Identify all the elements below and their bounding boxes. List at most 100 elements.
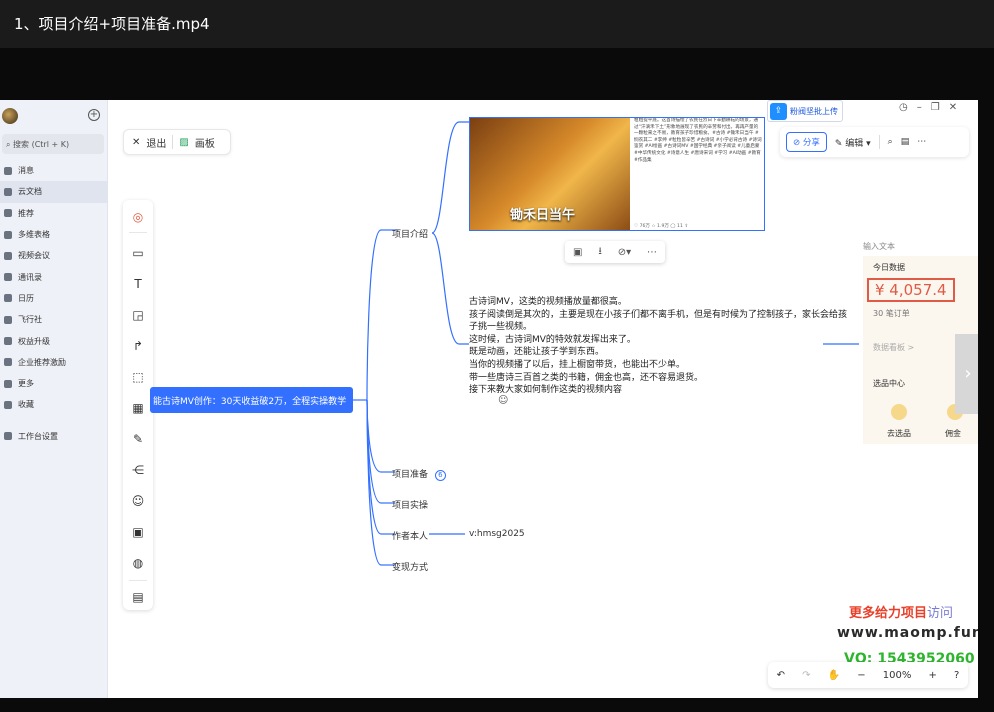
- image-icon[interactable]: ▣: [131, 525, 145, 539]
- sidebar-item-settings[interactable]: 工作台设置: [0, 426, 108, 447]
- sidebar-item[interactable]: 通讯录: [0, 266, 108, 287]
- order-count: 30 笔订单: [873, 309, 910, 318]
- sidebar-item[interactable]: 收藏: [0, 394, 108, 415]
- author-contact[interactable]: v:hmsg2025: [469, 529, 525, 539]
- close-window-icon[interactable]: ✕: [949, 102, 966, 113]
- diamond-icon: [4, 337, 12, 346]
- sidebar-item[interactable]: 多维表格: [0, 224, 108, 245]
- sidebar-item-label: 更多: [18, 379, 34, 389]
- sidebar-item[interactable]: 权益升级: [0, 330, 108, 351]
- whiteboard-canvas[interactable]: ✕ 退出 ▨ 画板 ◎ ▭ T ◲ ↱ ⬚ ▦ ✎ ⋲ ☺ ▣ ◍ ▤ 能古诗M…: [109, 100, 978, 698]
- search-placeholder: 搜索 (Ctrl + K): [13, 140, 70, 149]
- divider: [878, 135, 880, 149]
- divider: [129, 232, 147, 233]
- maximize-icon[interactable]: ❐: [931, 102, 949, 113]
- sidebar-item[interactable]: 推荐: [0, 203, 108, 224]
- sidebar-item[interactable]: 日历: [0, 288, 108, 309]
- upload-icon: ⇪: [770, 102, 787, 120]
- branch-author[interactable]: 作者本人: [392, 529, 428, 542]
- emoji-reaction-icon[interactable]: ☺: [498, 395, 508, 406]
- message-icon: [4, 166, 12, 175]
- undo-icon[interactable]: ↶: [777, 670, 785, 681]
- shapes-palette-icon[interactable]: ◎: [131, 210, 145, 224]
- branch-project-prep[interactable]: 项目准备 6: [392, 467, 446, 481]
- branch-label: 项目准备: [392, 470, 429, 480]
- branch-project-practice[interactable]: 项目实操: [392, 498, 428, 511]
- sidebar-item-label: 日历: [18, 293, 34, 303]
- drawing-toolbox: ◎ ▭ T ◲ ↱ ⬚ ▦ ✎ ⋲ ☺ ▣ ◍ ▤: [123, 200, 153, 610]
- zoom-level[interactable]: 100%: [883, 670, 912, 681]
- share-label: 分享: [802, 138, 820, 148]
- intro-note[interactable]: 古诗词MV，这类的视频播放量都很高。 孩子阅读倒是其次的，主要是现在小孩子们都不离…: [469, 296, 847, 397]
- minimize-icon[interactable]: –: [917, 102, 931, 113]
- collapsed-count-badge[interactable]: 6: [434, 470, 446, 481]
- mindmap-root-node[interactable]: 能古诗MV创作：30天收益破2万，全程实操教学: [150, 387, 353, 413]
- avatar[interactable]: [2, 108, 18, 124]
- video-letterbox-bottom: [0, 698, 994, 712]
- table-icon[interactable]: ▦: [131, 401, 145, 415]
- download-icon[interactable]: ⭳: [598, 244, 602, 261]
- more-icon[interactable]: ⋯: [917, 137, 926, 147]
- search-input[interactable]: ⌕ 搜索 (Ctrl + K): [2, 134, 104, 154]
- promo-red: 更多给力项目: [849, 606, 928, 621]
- promo-tail: 访问: [927, 606, 954, 621]
- upload-button[interactable]: ⇪ 粉阀坚批上传: [767, 100, 843, 122]
- share-button[interactable]: ⊘ 分享: [786, 132, 827, 152]
- mindmap-icon[interactable]: ⋲: [131, 463, 145, 477]
- edit-button[interactable]: ✎ 编辑 ▾: [835, 136, 871, 149]
- redo-icon[interactable]: ↷: [802, 670, 810, 681]
- thumbnail-description: 粗粗提平底。这首诗描绘了农民在烈日下辛勤耕耘的场景，通过“汗滴禾下土”形象地展现…: [634, 118, 762, 163]
- branch-monetization[interactable]: 变现方式: [392, 560, 428, 573]
- video-thumbnail-image[interactable]: 锄禾日当午 粗粗提平底。这首诗描绘了农民在烈日下辛勤耕耘的场景，通过“汗滴禾下土…: [469, 117, 765, 231]
- more-icon[interactable]: ⋯: [647, 247, 657, 258]
- sticky-note-icon[interactable]: ◲: [131, 308, 145, 322]
- hand-icon[interactable]: ✋: [828, 670, 840, 681]
- template-icon[interactable]: ◍: [131, 556, 145, 570]
- new-plus-icon[interactable]: +: [88, 109, 100, 121]
- sidebar-item[interactable]: 消息: [0, 160, 108, 181]
- notes-icon[interactable]: ▤: [901, 137, 910, 147]
- pen-icon[interactable]: ✎: [131, 432, 145, 446]
- frame-icon[interactable]: ⬚: [131, 370, 145, 384]
- sidebar-item-label: 多维表格: [18, 230, 50, 240]
- edit-label: 编辑: [845, 138, 864, 149]
- help-icon[interactable]: ?: [954, 670, 959, 681]
- next-arrow-icon[interactable]: ›: [955, 334, 978, 414]
- zoom-bar: ↶ ↷ ✋ − 100% + ?: [768, 662, 968, 688]
- exit-button[interactable]: 退出: [146, 135, 166, 150]
- note-line: 子挑一些视频。: [469, 322, 533, 333]
- zoom-out-icon[interactable]: −: [857, 670, 865, 681]
- sidebar: + ⌕ 搜索 (Ctrl + K) 消息云文档推荐多维表格视频会议 通讯录日历飞行…: [0, 100, 108, 698]
- sidebar-item-label: 消息: [18, 166, 34, 176]
- note-line: 孩子阅读倒是其次的，主要是现在小孩子们都不离手机，但是有时候为了控制孩子，家长会…: [469, 309, 848, 320]
- rectangle-icon[interactable]: ▭: [131, 246, 145, 260]
- sticker-icon[interactable]: ☺: [131, 494, 145, 508]
- sidebar-item-label: 推荐: [18, 208, 34, 218]
- board-label[interactable]: 画板: [195, 135, 215, 150]
- close-icon[interactable]: ✕: [132, 137, 140, 148]
- branch-project-intro[interactable]: 项目介绍: [392, 227, 428, 240]
- select-goods-label: 去选品: [887, 429, 911, 438]
- sidebar-item[interactable]: 视频会议: [0, 245, 108, 266]
- selection-center: 选品中心: [873, 379, 905, 388]
- upload-label: 粉阀坚批上传: [790, 106, 838, 116]
- board-icon: ▨: [179, 136, 189, 148]
- text-icon[interactable]: T: [131, 277, 145, 291]
- revenue-amount: ¥ 4,057.4: [867, 278, 955, 302]
- sidebar-item[interactable]: 飞行社: [0, 309, 108, 330]
- note-line: 带一些唐诗三百首之类的书籍，佣金也高，还不容易退货。: [469, 372, 704, 383]
- sidebar-item[interactable]: 云文档: [0, 181, 108, 203]
- note-line: 接下来教大家如何制作这类的视频内容: [469, 385, 623, 396]
- connector-icon[interactable]: ↱: [131, 339, 145, 353]
- sidebar-item[interactable]: 更多: [0, 373, 108, 394]
- search-icon[interactable]: ⌕: [888, 137, 893, 147]
- canvas-top-left-bar: ✕ 退出 ▨ 画板: [123, 129, 231, 155]
- sidebar-item[interactable]: 企业推荐激励: [0, 352, 108, 373]
- hide-icon[interactable]: ⊘▾: [618, 247, 631, 258]
- comment-icon[interactable]: ▤: [131, 590, 145, 604]
- image-icon[interactable]: ▣: [573, 247, 582, 258]
- history-icon[interactable]: ◷: [899, 102, 917, 113]
- promo-watermark-line1: 更多给力项目访问: [849, 602, 953, 621]
- zoom-in-icon[interactable]: +: [928, 670, 936, 681]
